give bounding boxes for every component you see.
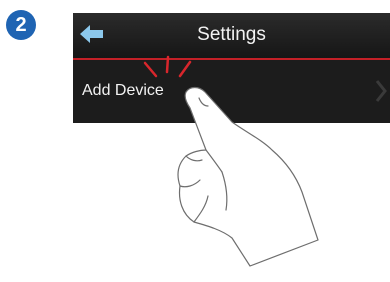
menu-item-add-device[interactable]: Add Device — [73, 60, 390, 123]
step-number-badge: 2 — [6, 10, 36, 40]
title-bar: Settings — [73, 13, 390, 60]
chevron-right-icon — [375, 80, 387, 102]
page-title: Settings — [197, 24, 266, 45]
device-screen: Settings Add Device — [73, 13, 390, 123]
menu-item-label: Add Device — [82, 82, 164, 99]
